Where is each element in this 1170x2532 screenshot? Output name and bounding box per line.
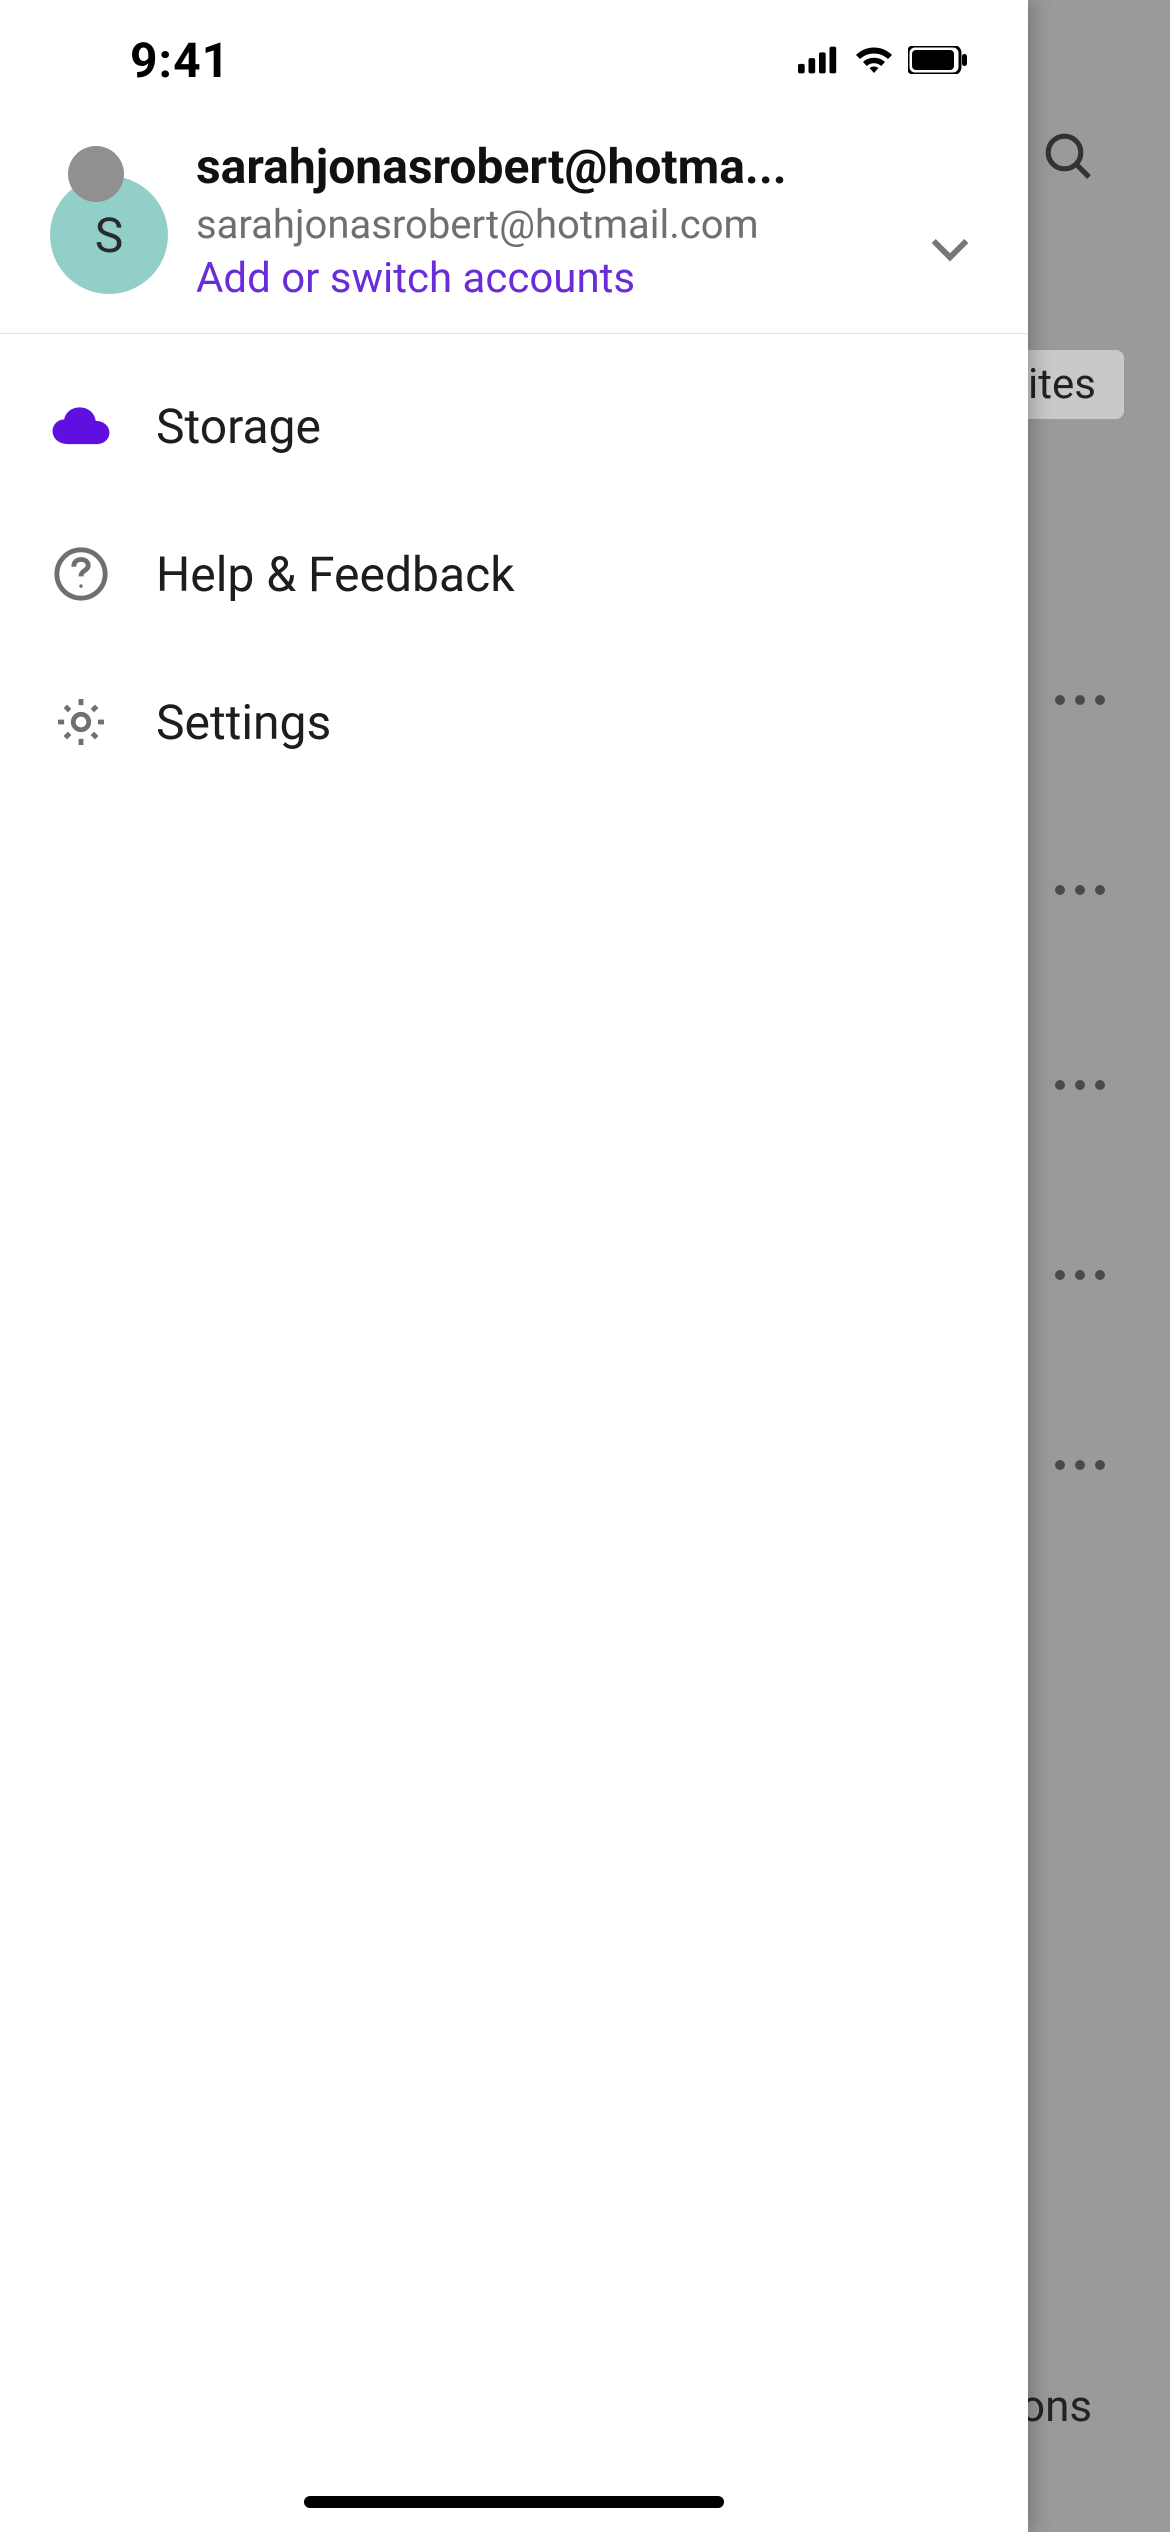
battery-icon [908,46,968,74]
list-row-more[interactable] [1030,1455,1130,1475]
avatar-letter: S [95,207,124,264]
menu-label: Help & Feedback [156,546,515,603]
menu-label: Storage [156,398,321,455]
menu-item-settings[interactable]: Settings [0,648,1028,796]
status-time: 9:41 [130,32,230,89]
avatar-secondary-dot [68,146,124,202]
more-icon [1055,1080,1065,1090]
add-switch-accounts-link[interactable]: Add or switch accounts [196,254,988,303]
account-header[interactable]: S sarahjonasrobert@hotma... sarahjonasro… [0,120,1028,334]
chevron-down-icon [922,220,978,276]
status-icons [798,46,968,74]
avatar[interactable]: S [50,176,168,294]
more-icon [1095,1270,1105,1280]
more-icon [1055,1460,1065,1470]
account-email: sarahjonasrobert@hotmail.com [196,201,856,248]
more-icon [1055,695,1065,705]
account-info: sarahjonasrobert@hotma... sarahjonasrobe… [196,138,988,303]
more-icon [1095,885,1105,895]
expand-account-button[interactable] [922,220,978,276]
status-bar: 9:41 [0,0,1028,120]
more-icon [1075,695,1085,705]
more-icon [1075,1270,1085,1280]
more-icon [1095,1460,1105,1470]
bottom-nav-partial[interactable]: ons [1020,2380,1092,2432]
menu-label: Settings [156,694,331,751]
list-row-more[interactable] [1030,690,1130,710]
menu-item-help[interactable]: Help & Feedback [0,500,1028,648]
more-icon [1075,885,1085,895]
help-circle-icon [50,543,112,605]
menu-item-storage[interactable]: Storage [0,352,1028,500]
list-row-more[interactable] [1030,1265,1130,1285]
cellular-icon [798,46,840,74]
more-icon [1075,1460,1085,1470]
wifi-icon [854,46,894,74]
gear-icon [50,691,112,753]
more-icon [1055,1270,1065,1280]
home-indicator[interactable] [304,2496,724,2508]
list-row-more[interactable] [1030,1075,1130,1095]
more-icon [1055,885,1065,895]
cloud-icon [50,395,112,457]
more-icon [1095,695,1105,705]
drawer-menu: Storage Help & Feedback Settings [0,334,1028,836]
more-icon [1095,1080,1105,1090]
more-icon [1075,1080,1085,1090]
search-icon[interactable] [1040,128,1120,208]
side-drawer: 9:41 S [0,0,1028,2532]
list-row-more[interactable] [1030,880,1130,900]
account-name: sarahjonasrobert@hotma... [196,138,856,195]
